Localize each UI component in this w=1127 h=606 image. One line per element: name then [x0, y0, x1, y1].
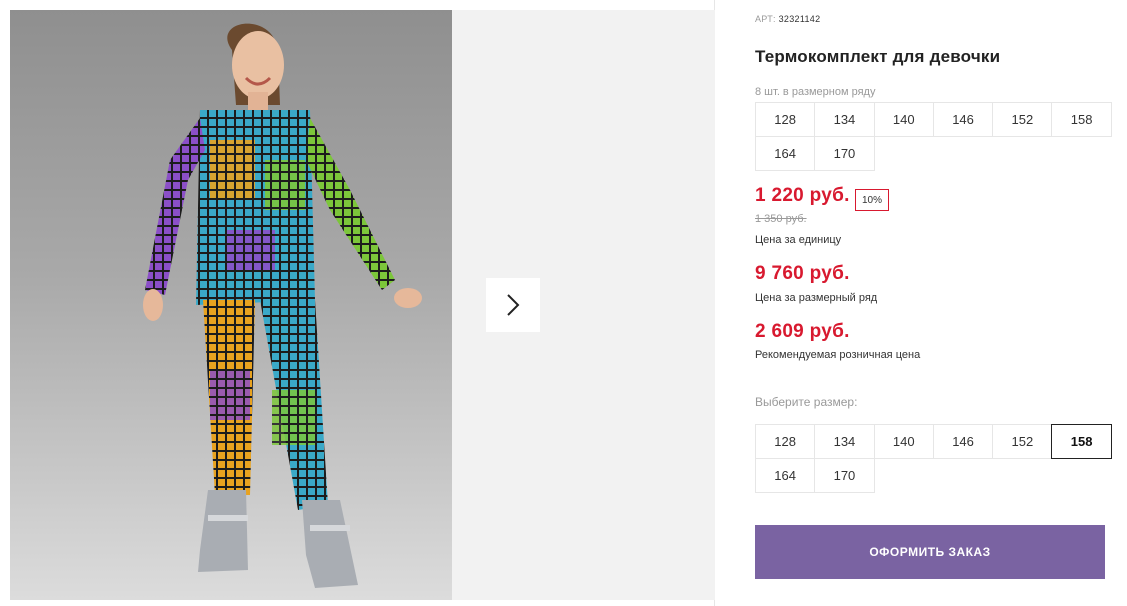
size-option[interactable]: 134	[814, 424, 875, 459]
pack-sizes-grid: 128 134 140 146 152 158 164 170	[755, 102, 1112, 171]
pack-quantity-note: 8 шт. в размерном ряду	[755, 86, 876, 98]
article-number: АРТ: 32321142	[755, 14, 820, 24]
pack-size-cell: 152	[992, 102, 1053, 137]
product-info-panel: АРТ: 32321142 Термокомплект для девочки …	[755, 0, 1115, 606]
next-image-button[interactable]	[486, 278, 540, 332]
chevron-right-icon	[507, 294, 520, 316]
pack-size-cell: 146	[932, 102, 994, 137]
size-selector: 128 134 140 146 152 158 164 170	[755, 424, 1112, 493]
article-label: АРТ:	[755, 14, 776, 24]
pack-size-cell: 134	[814, 102, 875, 137]
pack-size-cell: 158	[1051, 102, 1112, 137]
size-option-selected[interactable]: 158	[1051, 424, 1112, 459]
size-option[interactable]: 146	[932, 424, 994, 459]
size-option[interactable]: 128	[755, 424, 816, 459]
product-title: Термокомплект для девочки	[755, 47, 1001, 66]
size-option[interactable]: 140	[873, 424, 934, 459]
product-gallery	[0, 0, 715, 606]
size-option[interactable]: 170	[814, 458, 875, 493]
product-photo[interactable]	[10, 10, 452, 600]
size-option[interactable]: 164	[755, 458, 816, 493]
pack-size-cell: 140	[873, 102, 934, 137]
place-order-button[interactable]: ОФОРМИТЬ ЗАКАЗ	[755, 525, 1105, 579]
unit-price-label: Цена за единицу	[755, 234, 842, 246]
choose-size-label: Выберите размер:	[755, 395, 858, 409]
article-value: 32321142	[778, 14, 821, 24]
size-option[interactable]: 152	[992, 424, 1053, 459]
product-photo-illustration	[143, 23, 422, 588]
retail-price: 2 609 руб.	[755, 321, 850, 342]
pack-size-cell: 128	[755, 102, 816, 137]
size-row-price-label: Цена за размерный ряд	[755, 292, 878, 304]
size-row-price: 9 760 руб.	[755, 263, 850, 284]
discount-badge: 10%	[855, 189, 889, 211]
retail-price-label: Рекомендуемая розничная цена	[755, 349, 921, 361]
pack-size-cell: 164	[755, 136, 816, 171]
pack-size-cell: 170	[814, 136, 875, 171]
old-price: 1 350 руб.	[755, 213, 807, 225]
unit-price: 1 220 руб.	[755, 185, 850, 206]
